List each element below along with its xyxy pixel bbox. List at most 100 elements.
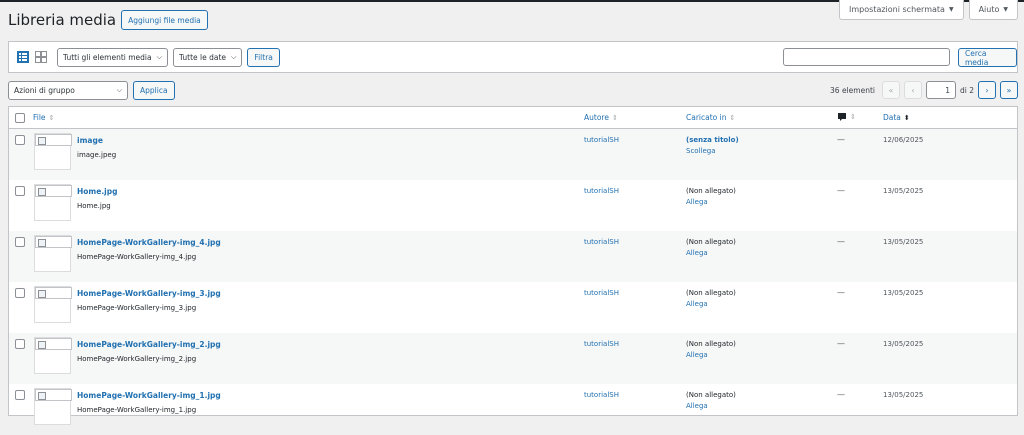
media-table: File ⇕ Autore ⇕ Caricato in ⇕ ⇕ Data ⬍ image…: [8, 106, 1018, 425]
search-media-button[interactable]: Cerca media: [958, 48, 1017, 67]
comment-bubble-icon: [838, 113, 846, 121]
next-page-button[interactable]: ›: [978, 81, 996, 99]
pagination: 36 elementi « ‹ 1 di 2 › »: [830, 81, 1018, 99]
comments-count: —: [837, 339, 845, 348]
comments-count: —: [837, 135, 845, 144]
author-link[interactable]: tutorialSH: [584, 238, 619, 246]
uploaded-to-link[interactable]: (senza titolo): [686, 136, 739, 144]
screen-options-label: Impostazioni schermata: [849, 5, 945, 14]
thumbnail[interactable]: [34, 184, 72, 221]
attach-link[interactable]: Allega: [686, 198, 708, 206]
screen-meta-links: Impostazioni schermata ▼ Aiuto ▼: [839, 0, 1024, 20]
row-checkbox[interactable]: [15, 339, 25, 349]
uploaded-to-status: (Non allegato): [686, 187, 736, 195]
comments-count: —: [837, 288, 845, 297]
row-checkbox[interactable]: [15, 186, 25, 196]
thumbnail[interactable]: [34, 286, 72, 323]
column-file[interactable]: File ⇕: [33, 113, 54, 122]
help-button[interactable]: Aiuto ▼: [968, 0, 1018, 20]
media-title-link[interactable]: HomePage-WorkGallery-img_4.jpg: [77, 238, 221, 247]
media-title-link[interactable]: Home.jpg: [77, 187, 118, 196]
page-title: Libreria media: [8, 11, 117, 29]
column-comments[interactable]: ⇕: [837, 112, 856, 122]
media-title-link[interactable]: image: [77, 136, 103, 145]
media-filename: HomePage-WorkGallery-img_3.jpg: [77, 304, 197, 312]
uploaded-to-status: (Non allegato): [686, 340, 736, 348]
bulk-actions-select[interactable]: Azioni di gruppo ⌵: [8, 81, 128, 100]
items-count: 36 elementi: [830, 85, 875, 95]
thumbnail[interactable]: [34, 337, 72, 374]
uploaded-to-status: (Non allegato): [686, 238, 736, 246]
sort-desc-icon: ⬍: [903, 114, 910, 122]
table-row: Home.jpg Home.jpg tutorialSH (Non allega…: [9, 180, 1017, 231]
grid-view-icon[interactable]: [35, 51, 47, 63]
broken-image-icon: [35, 287, 72, 299]
author-link[interactable]: tutorialSH: [584, 340, 619, 348]
author-link[interactable]: tutorialSH: [584, 187, 619, 195]
media-type-value: Tutti gli elementi media: [63, 52, 152, 62]
table-row: HomePage-WorkGallery-img_3.jpg HomePage-…: [9, 282, 1017, 333]
attach-link[interactable]: Allega: [686, 351, 708, 359]
column-date[interactable]: Data ⬍: [883, 113, 910, 122]
column-author[interactable]: Autore ⇕: [584, 113, 618, 122]
sort-icon: ⇕: [850, 113, 856, 121]
broken-image-icon: [35, 389, 72, 401]
thumbnail[interactable]: [34, 388, 72, 425]
media-toolbar: Tutti gli elementi media ⌵ Tutte le date…: [8, 41, 1018, 73]
media-filename: HomePage-WorkGallery-img_2.jpg: [77, 355, 197, 363]
last-page-button[interactable]: »: [1000, 81, 1018, 99]
total-pages: di 2: [959, 85, 974, 95]
author-link[interactable]: tutorialSH: [584, 289, 619, 297]
screen-options-button[interactable]: Impostazioni schermata ▼: [839, 0, 964, 20]
comments-count: —: [837, 186, 845, 195]
media-filename: HomePage-WorkGallery-img_1.jpg: [77, 406, 197, 414]
first-page-button: «: [881, 81, 900, 99]
attach-link[interactable]: Allega: [686, 402, 708, 410]
column-uploaded-to[interactable]: Caricato in ⇕: [686, 113, 735, 122]
table-row: image image.jpeg tutorialSH (senza titol…: [9, 129, 1017, 180]
attach-link[interactable]: Allega: [686, 249, 708, 257]
column-author-label: Autore: [584, 113, 609, 122]
filter-button[interactable]: Filtra: [247, 47, 280, 67]
media-filename: HomePage-WorkGallery-img_4.jpg: [77, 253, 197, 261]
attach-link[interactable]: Allega: [686, 300, 708, 308]
date-filter-value: Tutte le date: [178, 52, 227, 62]
help-label: Aiuto: [978, 5, 1000, 14]
prev-page-button: ‹: [903, 81, 922, 99]
media-date: 13/05/2025: [883, 289, 924, 297]
author-link[interactable]: tutorialSH: [584, 136, 619, 144]
detach-link[interactable]: Scollega: [686, 147, 716, 155]
sort-icon: ⇕: [729, 114, 736, 122]
media-type-select[interactable]: Tutti gli elementi media ⌵: [57, 47, 168, 67]
comments-count: —: [837, 237, 845, 246]
thumbnail[interactable]: [34, 133, 72, 170]
caret-down-icon: ▼: [948, 6, 954, 13]
media-title-link[interactable]: HomePage-WorkGallery-img_3.jpg: [77, 289, 221, 298]
comments-count: —: [837, 390, 845, 399]
sort-icon: ⇕: [48, 114, 55, 122]
search-input[interactable]: [783, 48, 950, 66]
list-view-icon[interactable]: [17, 51, 29, 63]
broken-image-icon: [35, 236, 72, 248]
row-checkbox[interactable]: [15, 237, 25, 247]
date-filter-select[interactable]: Tutte le date ⌵: [172, 47, 243, 67]
media-title-link[interactable]: HomePage-WorkGallery-img_1.jpg: [77, 391, 221, 400]
row-checkbox[interactable]: [15, 288, 25, 298]
add-media-button[interactable]: Aggiungi file media: [121, 10, 208, 30]
chevron-down-icon: ⌵: [156, 52, 162, 61]
apply-button[interactable]: Applica: [133, 81, 175, 100]
page-header: Libreria media Aggiungi file media: [8, 10, 208, 30]
column-file-label: File: [33, 113, 46, 122]
row-checkbox[interactable]: [15, 135, 25, 145]
chevron-down-icon: ⌵: [116, 86, 122, 94]
row-checkbox[interactable]: [15, 390, 25, 400]
author-link[interactable]: tutorialSH: [584, 391, 619, 399]
media-date: 13/05/2025: [883, 391, 924, 399]
media-title-link[interactable]: HomePage-WorkGallery-img_2.jpg: [77, 340, 221, 349]
thumbnail[interactable]: [34, 235, 72, 272]
table-row: HomePage-WorkGallery-img_4.jpg HomePage-…: [9, 231, 1017, 282]
broken-image-icon: [35, 134, 72, 146]
table-row: HomePage-WorkGallery-img_1.jpg HomePage-…: [9, 384, 1017, 435]
current-page-input[interactable]: 1: [925, 81, 956, 99]
select-all-checkbox[interactable]: [15, 113, 25, 123]
